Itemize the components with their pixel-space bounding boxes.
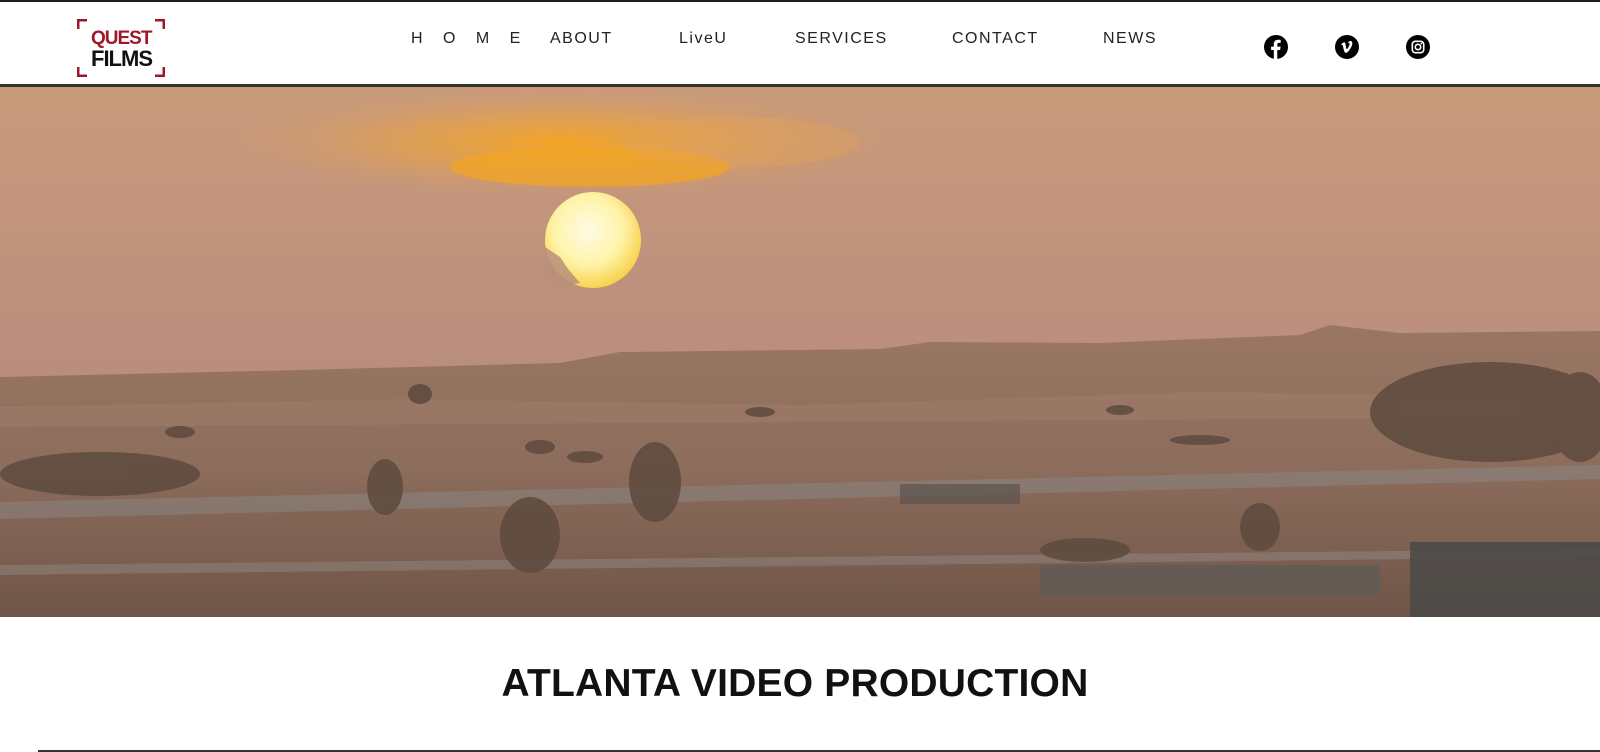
nav-news[interactable]: NEWS: [1103, 30, 1157, 48]
nav-contact[interactable]: CONTACT: [952, 30, 1039, 48]
logo-text-films: FILMS: [91, 46, 153, 71]
nav-liveu[interactable]: LiveU: [679, 30, 727, 48]
quest-films-logo[interactable]: QUEST FILMS: [77, 19, 165, 77]
vimeo-icon: [1341, 41, 1353, 53]
vimeo-link[interactable]: [1335, 35, 1359, 59]
nav-about[interactable]: ABOUT: [550, 30, 613, 48]
nav-home[interactable]: H O M E: [411, 30, 528, 48]
page-title: ATLANTA VIDEO PRODUCTION: [501, 662, 1089, 705]
instagram-icon: [1411, 40, 1425, 54]
facebook-link[interactable]: [1264, 35, 1288, 59]
facebook-icon: [1271, 39, 1281, 59]
hero-banner: [0, 87, 1600, 617]
instagram-link[interactable]: [1406, 35, 1430, 59]
site-header: QUEST FILMS H O M E ABOUT LiveU SERVICES…: [0, 0, 1600, 87]
desert-sunset-image: [0, 87, 1600, 617]
nav-services[interactable]: SERVICES: [795, 30, 888, 48]
